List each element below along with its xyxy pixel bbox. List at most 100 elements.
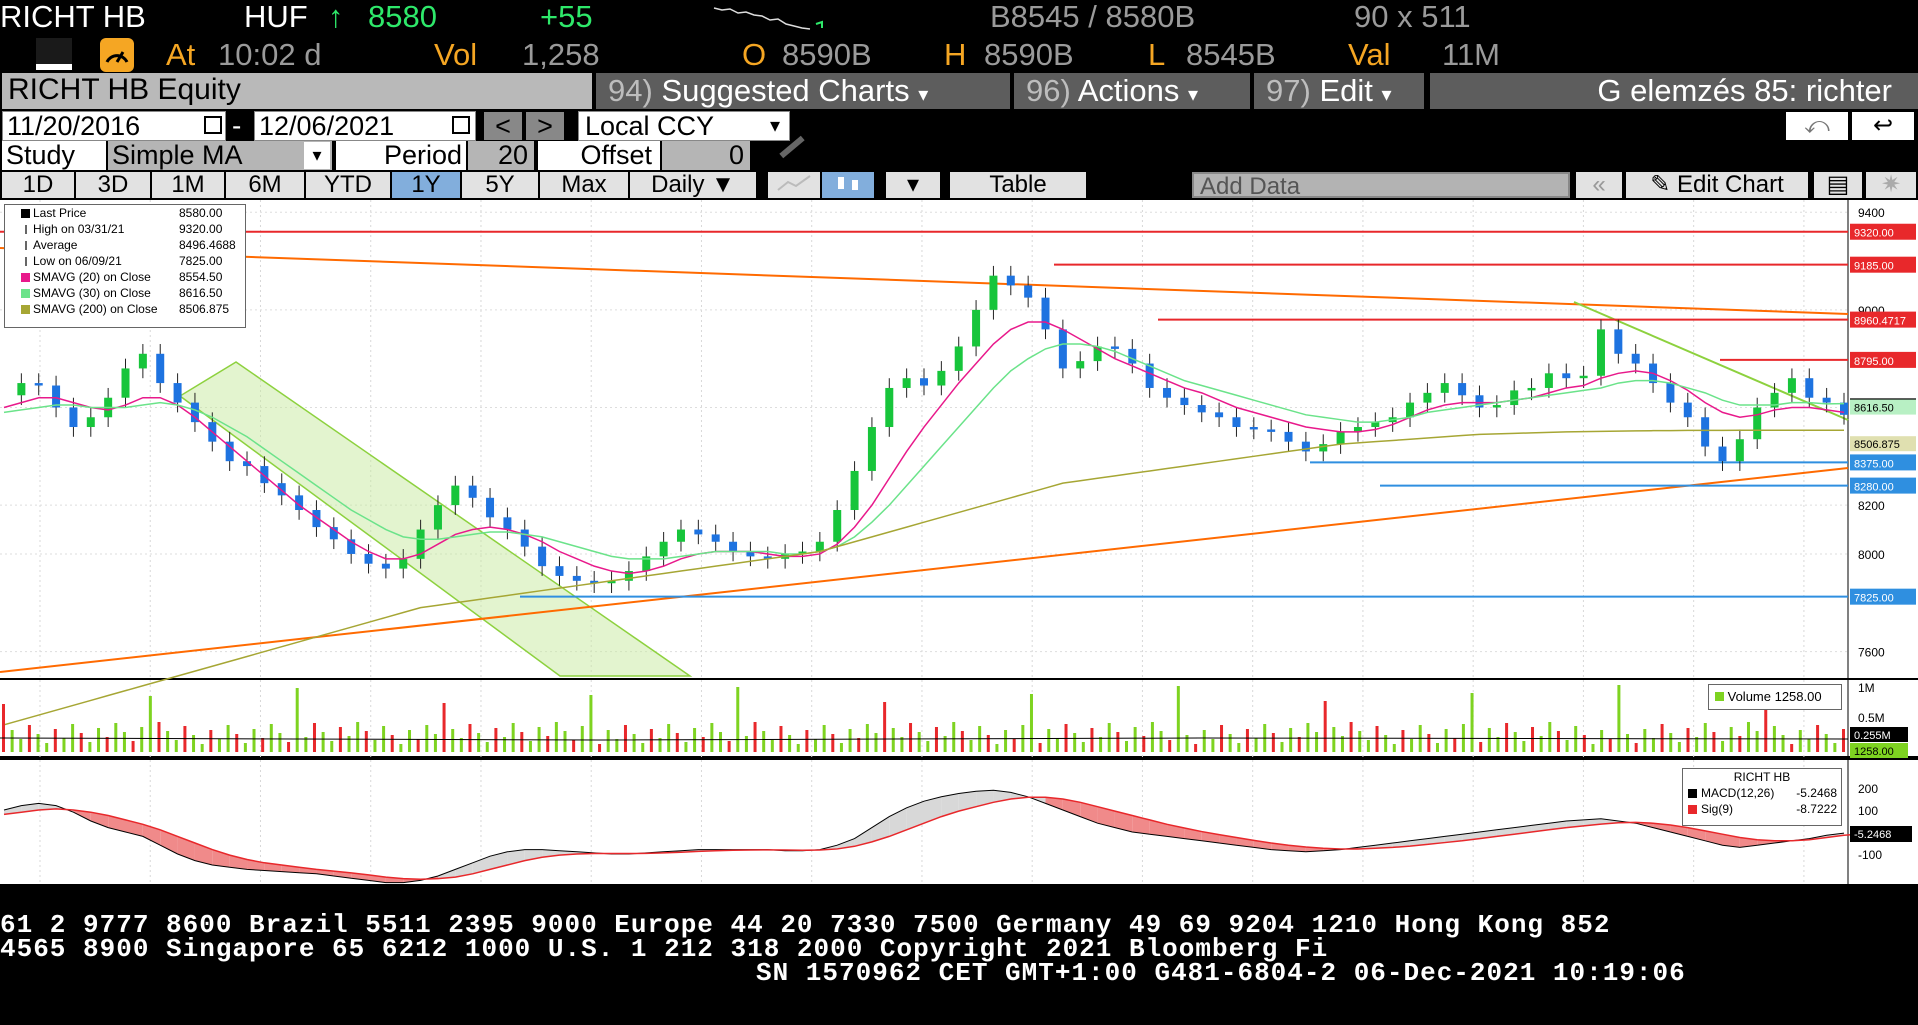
volume-bar bbox=[1410, 739, 1414, 752]
next-range-button[interactable]: > bbox=[526, 112, 564, 141]
candle-body bbox=[1058, 329, 1067, 369]
gear-icon[interactable]: ✷ bbox=[1866, 172, 1918, 198]
prev-range-button[interactable]: < bbox=[484, 112, 522, 141]
candle-body bbox=[729, 541, 738, 552]
tab-5y[interactable]: 5Y bbox=[462, 172, 540, 198]
volume-bar bbox=[1833, 743, 1837, 752]
macd-y-tick: -100 bbox=[1858, 848, 1882, 862]
currency: HUF bbox=[244, 0, 308, 34]
y-tick-label: 9400 bbox=[1858, 206, 1885, 220]
high-value: 8590B bbox=[984, 37, 1074, 72]
volume-bar bbox=[917, 732, 921, 752]
edit-menu[interactable]: 97) Edit ▾ bbox=[1254, 73, 1424, 109]
period-input[interactable]: 20 bbox=[468, 141, 534, 170]
collapse-icon[interactable]: « bbox=[1576, 172, 1624, 198]
legend-swatch bbox=[25, 241, 27, 250]
edit-chart-button[interactable]: ✎ Edit Chart bbox=[1626, 172, 1810, 198]
volume-bar bbox=[209, 730, 213, 752]
candle-body bbox=[1579, 375, 1588, 379]
actions-menu[interactable]: 96) Actions ▾ bbox=[1014, 73, 1250, 109]
volume-bar bbox=[408, 730, 412, 752]
volume-bar bbox=[1306, 723, 1310, 752]
chart-settings-icon[interactable]: ▤ bbox=[1814, 172, 1864, 198]
y-tick-label: 7600 bbox=[1858, 646, 1885, 660]
volume-bar bbox=[909, 723, 913, 752]
volume-bar bbox=[1133, 727, 1137, 752]
legend-value: 8506.875 bbox=[179, 302, 230, 316]
volume-bar bbox=[1358, 731, 1362, 752]
candle-body bbox=[486, 497, 495, 518]
tab-1y[interactable]: 1Y bbox=[392, 172, 462, 198]
calendar-icon[interactable] bbox=[452, 116, 470, 134]
volume-swatch bbox=[1715, 692, 1724, 701]
calendar-icon[interactable] bbox=[204, 116, 222, 134]
candle-body bbox=[503, 517, 512, 530]
volume-bar bbox=[667, 724, 671, 752]
gauge-icon[interactable] bbox=[100, 38, 134, 72]
volume-bar bbox=[1496, 737, 1500, 752]
price-chart[interactable]: Mar 31 Apr 15 Apr 30 May 14 May 31 Jun 15 Jun … bbox=[0, 200, 1918, 900]
volume-bar bbox=[373, 740, 377, 752]
legend-row: SMAVG (20) on Close 8554.50 bbox=[5, 269, 245, 285]
volume-marker-label: 1258.00 bbox=[1854, 746, 1894, 758]
tab-6m[interactable]: 6M bbox=[226, 172, 306, 198]
end-date-field[interactable]: 12/06/2021 bbox=[254, 111, 476, 141]
volume-bar bbox=[1081, 742, 1085, 752]
volume-bar bbox=[1211, 739, 1215, 752]
x-tick-label: Aug 31 bbox=[1123, 885, 1161, 899]
candle-body bbox=[1787, 378, 1796, 393]
tab-3d[interactable]: 3D bbox=[76, 172, 152, 198]
candle-body bbox=[1614, 329, 1623, 354]
price-marker-label: 8506.875 bbox=[1854, 439, 1900, 451]
line-chart-icon[interactable] bbox=[768, 172, 822, 198]
candle-body bbox=[1718, 446, 1727, 462]
volume-bar bbox=[1703, 723, 1707, 752]
macd-legend-value: -5.2468 bbox=[1796, 786, 1837, 800]
volume-bar bbox=[321, 732, 325, 752]
security-field[interactable]: RICHT HB Equity bbox=[2, 73, 592, 109]
offset-input[interactable]: 0 bbox=[662, 141, 750, 170]
volume-bar bbox=[1435, 743, 1439, 752]
candle-body bbox=[1267, 429, 1276, 432]
volume-bar bbox=[295, 688, 299, 752]
currency-select[interactable]: Local CCY bbox=[578, 111, 790, 141]
legend-name: SMAVG (20) on Close bbox=[33, 270, 151, 284]
tab-1d[interactable]: 1D bbox=[2, 172, 76, 198]
tab-max[interactable]: Max bbox=[540, 172, 630, 198]
volume-bar bbox=[148, 696, 152, 752]
volume-bar bbox=[442, 703, 446, 752]
volume-bar bbox=[425, 725, 429, 752]
tab-ytd[interactable]: YTD bbox=[306, 172, 392, 198]
candle-body bbox=[52, 385, 61, 408]
candle-body bbox=[138, 353, 147, 369]
volume-bar bbox=[1280, 742, 1284, 752]
volume-bar bbox=[1582, 735, 1586, 752]
table-button[interactable]: Table bbox=[950, 172, 1088, 198]
chart-type-dropdown[interactable]: ▾ bbox=[886, 172, 942, 198]
volume-bar bbox=[1107, 723, 1111, 752]
volume-bar bbox=[1297, 737, 1301, 752]
volume-bar bbox=[546, 736, 550, 752]
redo-button[interactable]: ↩ bbox=[1852, 112, 1914, 140]
volume-y-tick: 1M bbox=[1858, 681, 1875, 695]
legend-name: SMAVG (200) on Close bbox=[33, 302, 158, 316]
volume-bar bbox=[459, 738, 463, 752]
volume-bar bbox=[1116, 732, 1120, 752]
volume-bar bbox=[1375, 726, 1379, 752]
suggested-charts-menu[interactable]: 94) Suggested Charts ▾ bbox=[596, 73, 1010, 109]
volume-bar bbox=[1513, 732, 1517, 752]
period-select[interactable]: Daily ▼ bbox=[630, 172, 758, 198]
dropdown-icon[interactable]: ▾ bbox=[762, 112, 788, 140]
monitor-icon[interactable] bbox=[36, 38, 72, 70]
study-select[interactable]: Simple MA bbox=[108, 141, 332, 170]
volume-bar bbox=[1029, 694, 1033, 752]
candle-chart-icon[interactable] bbox=[822, 172, 876, 198]
start-date-field[interactable]: 11/20/2016 bbox=[2, 111, 226, 141]
undo-button[interactable]: ⤺ bbox=[1786, 112, 1848, 140]
tab-1m[interactable]: 1M bbox=[152, 172, 226, 198]
macd-legend-title: RICHT HB bbox=[1733, 770, 1791, 784]
study-dropdown-icon[interactable]: ▾ bbox=[304, 142, 330, 169]
add-data-input[interactable]: Add Data bbox=[1192, 172, 1570, 200]
volume-bar bbox=[19, 739, 23, 752]
signal-legend-name: Sig(9) bbox=[1701, 802, 1734, 816]
